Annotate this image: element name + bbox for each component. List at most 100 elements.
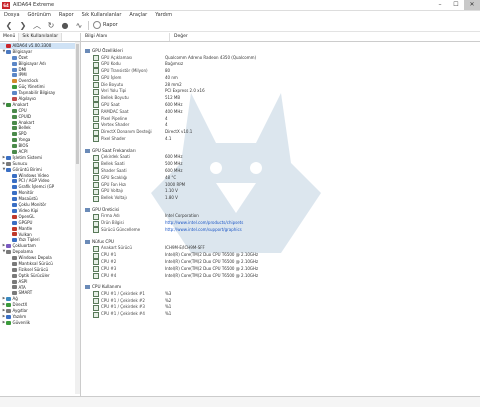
forward-icon[interactable]: ❯ (18, 20, 28, 30)
tree-item-label: SMART (18, 290, 33, 296)
tree-item[interactable]: ▶ Güvenlik (0, 320, 80, 326)
detail-row[interactable]: CPU #3 Intel(R) Core(TM)2 Duo CPU T6500 @… (81, 266, 480, 273)
column-field[interactable]: Bilgi Alanı (81, 33, 170, 41)
tab-favorites[interactable]: Sık Kullanılanlar (19, 33, 63, 41)
detail-row[interactable]: Vertex Shader 4 (81, 122, 480, 129)
tree-scrollbar[interactable] (75, 42, 80, 394)
detail-row[interactable]: Pixel Shader 4.1 (81, 136, 480, 143)
detail-row[interactable]: Anakart Sürücü ICH9M-E/ICH9M-SFF (81, 245, 480, 252)
detail-row[interactable]: CPU #1 / Çekirdek #1 %3 (81, 291, 480, 298)
nav-tabs: Menü Sık Kullanılanlar (0, 33, 80, 42)
maximize-icon[interactable]: ☐ (448, 0, 464, 10)
detail-row[interactable]: GPU Sıcaklığı 48 °C (81, 175, 480, 182)
column-value[interactable]: Değer (170, 33, 188, 41)
tree-item-icon (12, 256, 17, 260)
value-link[interactable]: http://www.intel.com/products/chipsets (161, 220, 243, 227)
detail-row[interactable]: Die Boyutu 28 mm2 (81, 82, 480, 89)
tree-item-icon (12, 149, 17, 154)
detail-row[interactable]: Bellek Voltajı 1.80 V (81, 195, 480, 202)
menu-help[interactable]: Yardım (155, 12, 172, 18)
close-icon[interactable]: ✕ (464, 0, 480, 10)
detail-row[interactable]: CPU #1 / Çekirdek #2 %2 (81, 298, 480, 305)
value-link[interactable]: http://www.intel.com/support/graphics (161, 227, 242, 234)
back-icon[interactable]: ❮ (4, 20, 14, 30)
menu-favorites[interactable]: Sık Kullanılanlar (82, 12, 122, 18)
field-icon (93, 154, 99, 161)
detail-row[interactable]: Firma Adı Intel Corporation (81, 213, 480, 220)
menu-report[interactable]: Rapor (59, 12, 74, 18)
section-icon (85, 285, 90, 290)
field-label: GPU Fan Hızı (101, 181, 127, 187)
detail-row[interactable]: CPU #4 Intel(R) Core(TM)2 Duo CPU T6500 @… (81, 273, 480, 280)
detail-row[interactable]: CPU #1 Intel(R) Core(TM)2 Duo CPU T6500 @… (81, 252, 480, 259)
value-cell: Intel(R) Core(TM)2 Duo CPU T6500 @ 2.10G… (165, 252, 259, 258)
field-label: Çekirdek Saati (101, 154, 130, 160)
app-logo-icon: 64 (2, 1, 10, 9)
tree-item-icon (12, 267, 17, 272)
detail-row[interactable]: GPU Transistör (Milyon) 80 (81, 68, 480, 75)
tree-item-icon (12, 226, 17, 231)
field-icon (93, 102, 99, 109)
minimize-icon[interactable]: – (432, 0, 448, 10)
detail-row[interactable]: Çekirdek Saati 600 MHz (81, 154, 480, 161)
refresh-icon[interactable]: ↻ (46, 20, 56, 30)
detail-row[interactable]: GPU Açıklaması Qualcomm Adreno Radeon 435… (81, 55, 480, 62)
tree-item-icon (12, 108, 17, 113)
detail-row[interactable]: DirectX Donanım Desteği DirectX v10.1 (81, 129, 480, 136)
up-icon[interactable]: ︿ (32, 20, 42, 30)
tree-item-icon (12, 191, 17, 196)
detail-row[interactable]: GPU Voltajı 1.10 V (81, 188, 480, 195)
value-cell: %1 (165, 311, 172, 317)
field-icon (93, 272, 99, 279)
section-title: CPU Kullanımı (92, 284, 121, 290)
detail-row[interactable]: Sürücü Güncelleme http://www.intel.com/su… (81, 227, 480, 234)
detail-row[interactable]: GPU Kodu Bağımsız (81, 61, 480, 68)
value-cell: 500 MHz (165, 161, 183, 167)
detail-row[interactable]: GPU İşlem 40 nm (81, 75, 480, 82)
tree-item-icon (6, 250, 11, 255)
tree-item-icon (12, 273, 17, 278)
value-cell: 40 nm (165, 74, 178, 80)
detail-row[interactable]: Veri Yolu Tipi PCI Express 2.0 x16 (81, 88, 480, 95)
detail-row[interactable]: Ürün Bilgisi http://www.intel.com/product… (81, 220, 480, 227)
detail-row[interactable]: RAMDAC Saat 400 MHz (81, 109, 480, 116)
tree-item-icon (12, 144, 17, 149)
tree-item-icon (12, 61, 17, 66)
detail-row[interactable]: GPU Saat 600 MHz (81, 102, 480, 109)
field-label: Bellek Voltajı (101, 195, 127, 201)
user-icon[interactable]: ● (60, 20, 70, 30)
field-icon (93, 61, 99, 68)
tree-item-icon (12, 120, 17, 125)
value-cell: 4.1 (165, 136, 172, 142)
field-label: Shader Saati (101, 167, 127, 173)
detail-row[interactable]: Bellek Boyutu 512 MB (81, 95, 480, 102)
section-title: GPU Saat Frekansları (92, 147, 136, 153)
field-label: GPU Kodu (101, 61, 121, 67)
tree-scrollbar-thumb[interactable] (76, 44, 79, 164)
detail-row[interactable]: Pixel Pipeline 4 (81, 116, 480, 123)
field-label: Die Boyutu (101, 81, 124, 87)
value-cell: 4 (165, 122, 168, 128)
menu-file[interactable]: Dosya (4, 12, 20, 18)
details-list: GPU Özellikleri GPU Açıklaması Qualcomm Ad… (81, 42, 480, 318)
field-cell: Bellek Saati (81, 161, 161, 168)
detail-row[interactable]: Bellek Saati 500 MHz (81, 161, 480, 168)
tree-item-icon (6, 309, 11, 314)
chart-icon[interactable]: ∿ (74, 20, 84, 30)
field-label: CPU #2 (101, 258, 117, 264)
menu-tools[interactable]: Araçlar (129, 12, 147, 18)
detail-row[interactable]: Shader Saati 600 MHz (81, 168, 480, 175)
detail-row[interactable]: CPU #1 / Çekirdek #3 %1 (81, 304, 480, 311)
report-icon (93, 21, 101, 29)
report-button[interactable]: Rapor (93, 21, 118, 29)
tab-menu[interactable]: Menü (0, 33, 20, 41)
field-icon (93, 54, 99, 61)
field-cell: GPU Voltajı (81, 188, 161, 195)
detail-row[interactable]: GPU Fan Hızı 1000 RPM (81, 182, 480, 189)
field-label: CPU #1 / Çekirdek #1 (101, 290, 145, 296)
field-cell: Pixel Pipeline (81, 116, 161, 123)
menu-view[interactable]: Görünüm (28, 12, 51, 18)
tree-item-icon (12, 79, 17, 84)
detail-row[interactable]: CPU #2 Intel(R) Core(TM)2 Duo CPU T6500 @… (81, 259, 480, 266)
detail-row[interactable]: CPU #1 / Çekirdek #4 %1 (81, 311, 480, 318)
